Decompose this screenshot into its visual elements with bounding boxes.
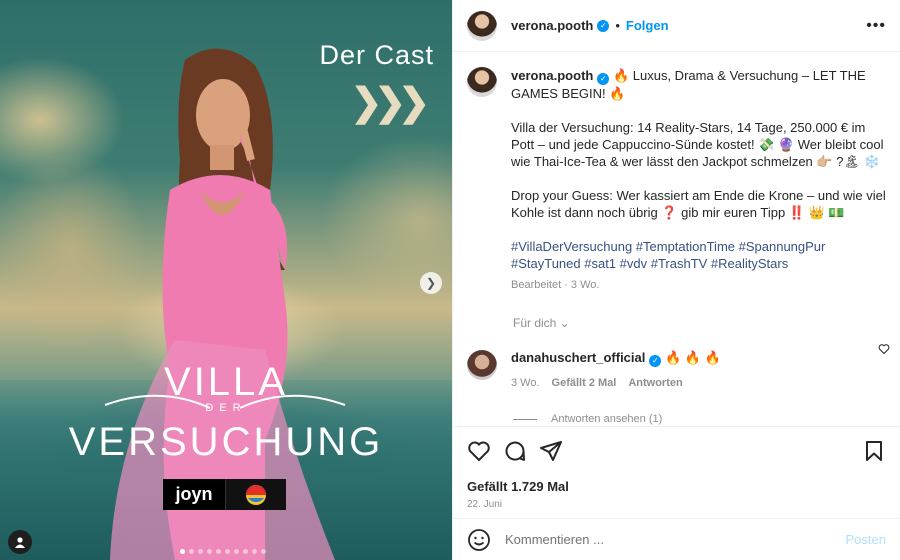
carousel-dots — [180, 549, 266, 554]
share-paper-plane-icon[interactable] — [539, 439, 563, 463]
caption-avatar[interactable] — [467, 67, 497, 97]
post-actions: Gefällt 1.729 Mal 22. Juni — [453, 426, 900, 522]
verified-badge-icon: ✓ — [649, 355, 662, 367]
carousel-dot — [252, 549, 257, 554]
verified-badge-icon: ✓ — [597, 19, 610, 32]
post-header: verona.pooth ✓ • Folgen ••• — [453, 0, 900, 52]
verified-badge-icon: ✓ — [597, 73, 610, 85]
broadcaster-logos: joyn — [163, 479, 286, 510]
sat1-logo — [225, 479, 286, 510]
chevron-arrows-icon: ❯❯❯ — [350, 82, 429, 124]
header-separator: • — [615, 18, 620, 33]
comment-actions: 3 Wo. Gefällt 2 Mal Antworten — [511, 377, 886, 389]
caption-username[interactable]: verona.pooth — [511, 68, 593, 83]
author-avatar[interactable] — [467, 10, 497, 41]
comment-likes[interactable]: Gefällt 2 Mal — [552, 377, 617, 389]
joyn-logo: joyn — [163, 479, 225, 510]
show-title-versuchung: VERSUCHUNG — [68, 420, 384, 464]
user-icon — [15, 537, 25, 548]
cast-title: Der Cast — [319, 40, 434, 70]
carousel-dot — [216, 549, 221, 554]
post-comment-button[interactable]: Posten — [846, 532, 886, 547]
comment-time: 3 Wo. — [511, 377, 540, 389]
carousel-dot — [234, 549, 239, 554]
replies-divider-line — [513, 418, 537, 420]
follow-button[interactable]: Folgen — [626, 18, 669, 33]
commenter-avatar[interactable] — [467, 350, 497, 380]
comment-input[interactable]: Kommentieren ... — [505, 532, 846, 547]
comment-text: 🔥 🔥 🔥 — [665, 350, 721, 365]
carousel-dot — [243, 549, 248, 554]
show-title-der: DER — [205, 402, 247, 414]
like-heart-icon[interactable] — [467, 439, 491, 463]
comment-bubble-icon[interactable] — [503, 439, 527, 463]
carousel-dot — [189, 549, 194, 554]
save-bookmark-icon[interactable] — [862, 439, 886, 463]
caption-hashtags[interactable]: #VillaDerVersuchung #TemptationTime #Spa… — [511, 238, 886, 272]
comment-item: danahuschert_official ✓ 🔥 🔥 🔥 3 Wo. Gefäl… — [467, 350, 886, 389]
for-you-filter[interactable]: Für dich ⌄ — [513, 316, 886, 330]
caption-body: verona.pooth ✓ 🔥 Luxus, Drama & Versuchun… — [511, 67, 886, 294]
add-comment-bar: Kommentieren ... Posten — [453, 518, 900, 560]
post-date: 22. Juni — [467, 499, 503, 510]
next-slide-button[interactable]: ❯ — [420, 272, 442, 294]
more-options-icon[interactable]: ••• — [866, 17, 886, 35]
comments-scroll-area[interactable]: verona.pooth ✓ 🔥 Luxus, Drama & Versuchun… — [453, 53, 900, 425]
carousel-dot — [180, 549, 185, 554]
reply-button[interactable]: Antworten — [628, 377, 682, 389]
post-details-panel: verona.pooth ✓ • Folgen ••• verona.pooth… — [452, 0, 900, 560]
emoji-icon[interactable] — [467, 528, 491, 552]
commenter-username[interactable]: danahuschert_official — [511, 350, 645, 365]
post-media[interactable]: Der Cast ❯❯❯ VILLA DER VERSUCHUNG joyn ❯ — [0, 0, 452, 560]
show-title-villa: VILLA — [164, 360, 288, 404]
carousel-dot — [261, 549, 266, 554]
caption-paragraph3: Drop your Guess: Wer kassiert am Ende di… — [511, 188, 886, 220]
carousel-dot — [225, 549, 230, 554]
view-replies-button[interactable]: Antworten ansehen (1) — [513, 413, 886, 425]
view-replies-label: Antworten ansehen (1) — [551, 413, 663, 425]
likes-count[interactable]: Gefällt 1.729 Mal — [467, 479, 886, 494]
caption-meta: Bearbeitet · 3 Wo. — [511, 279, 600, 291]
caption-paragraph2: Villa der Versuchung: 14 Reality-Stars, … — [511, 120, 884, 169]
caption: verona.pooth ✓ 🔥 Luxus, Drama & Versuchun… — [467, 67, 886, 294]
tagged-users-button[interactable] — [8, 530, 32, 554]
author-username[interactable]: verona.pooth — [511, 18, 593, 33]
like-comment-heart-icon[interactable] — [878, 343, 890, 355]
carousel-dot — [207, 549, 212, 554]
carousel-dot — [198, 549, 203, 554]
